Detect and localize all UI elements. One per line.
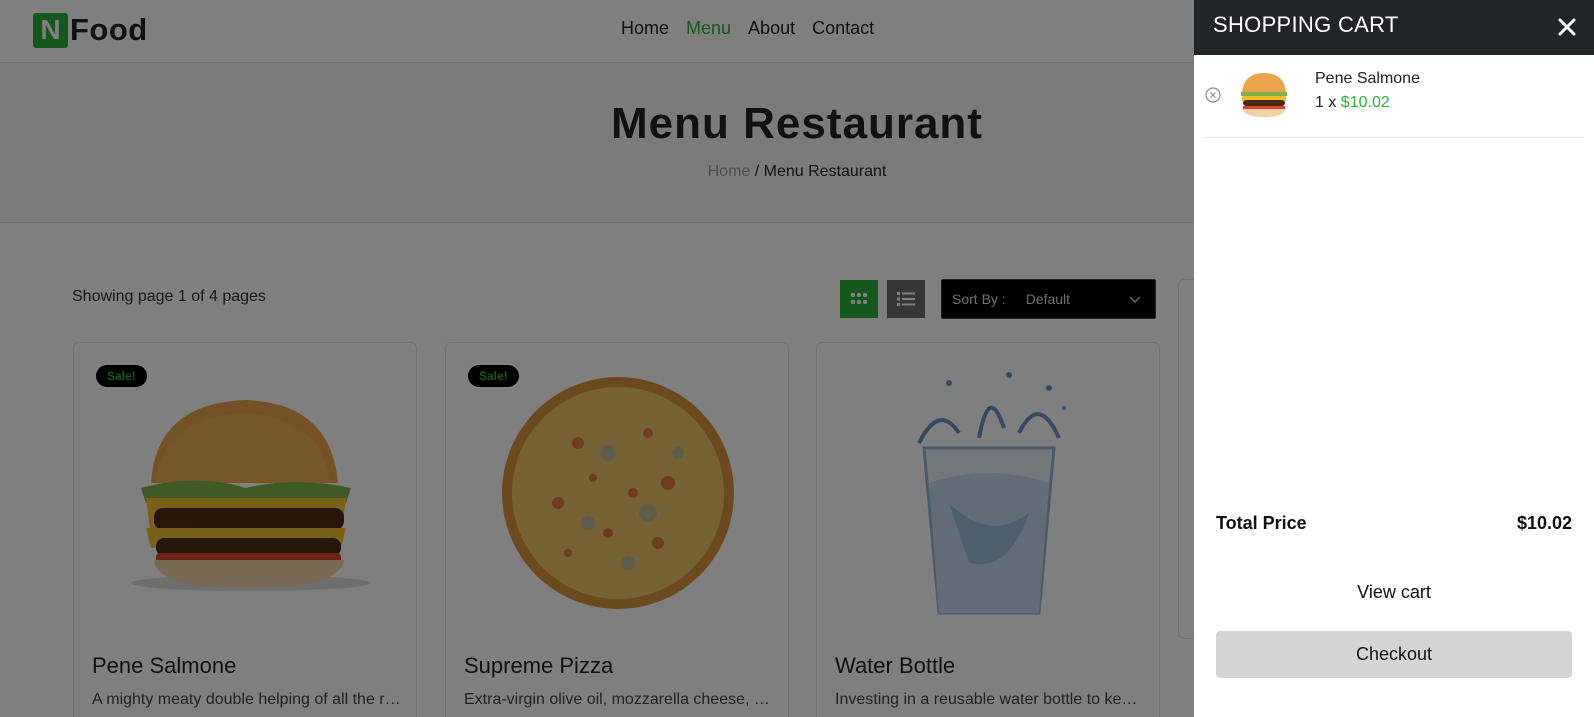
view-cart-button[interactable]: View cart — [1216, 574, 1572, 610]
remove-item-icon[interactable] — [1205, 87, 1221, 103]
cart-title: SHOPPING CART — [1213, 12, 1399, 37]
total-price-label: Total Price — [1216, 513, 1307, 533]
cart-item-quantity: 1 x $10.02 — [1315, 94, 1390, 112]
cart-header: SHOPPING CART — [1194, 0, 1594, 55]
total-price-value: $10.02 — [1516, 513, 1572, 533]
close-icon[interactable] — [1556, 16, 1578, 38]
checkout-button[interactable]: Checkout — [1216, 631, 1572, 678]
cart-item: Pene Salmone 1 x $10.02 — [1205, 55, 1583, 138]
cart-item-qty-text: 1 x — [1315, 94, 1341, 111]
cart-item-name[interactable]: Pene Salmone — [1315, 70, 1420, 88]
modal-backdrop[interactable] — [0, 0, 1194, 717]
cart-item-price: $10.02 — [1340, 94, 1390, 111]
shopping-cart-drawer: SHOPPING CART Pene Salmone 1 x $10.02 To… — [1194, 0, 1594, 717]
burger-thumbnail[interactable] — [1236, 70, 1292, 120]
